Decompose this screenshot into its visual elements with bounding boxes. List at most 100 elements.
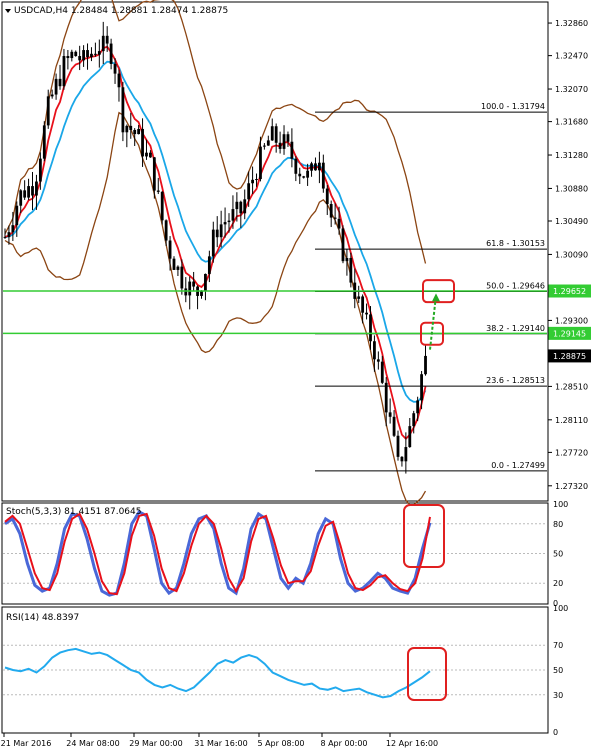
- candle-body: [392, 416, 396, 436]
- main-panel-frame: [1, 1, 549, 502]
- candle-body: [42, 125, 46, 159]
- stoch-tick-label: 20: [553, 579, 563, 588]
- candle-body: [121, 87, 125, 133]
- fib-label: 50.0 - 1.29646: [486, 282, 545, 291]
- time-tick-label: 24 Mar 08:00: [66, 739, 119, 748]
- candle-body: [337, 218, 341, 229]
- rsi-tick-label: 70: [553, 641, 563, 650]
- candle-body: [357, 296, 361, 299]
- candle-body: [365, 312, 368, 315]
- candle-body: [137, 128, 141, 135]
- candle-body: [117, 73, 121, 88]
- price-tick-label: 1.31680: [555, 118, 588, 127]
- candle-body: [333, 217, 337, 219]
- candle-body: [251, 179, 254, 184]
- time-tick-label: 8 Apr 00:00: [320, 739, 367, 748]
- bollinger-upper-line: [4, 0, 427, 264]
- candle-body: [156, 190, 160, 192]
- candle-body: [408, 426, 412, 448]
- ema-slow-line: [4, 60, 427, 403]
- candle-body: [412, 413, 416, 427]
- candle-body: [160, 191, 164, 221]
- chart-canvas: 100.0 - 1.31794 61.8 - 1.30153 50.0 - 1.29…: [1, 0, 591, 748]
- price-tick-label: 1.32860: [555, 19, 588, 28]
- candle-body: [298, 173, 302, 177]
- candle-body: [349, 258, 353, 283]
- candle-body: [15, 205, 19, 226]
- candle-body: [329, 204, 333, 218]
- candle-body: [274, 126, 278, 143]
- candle-body: [90, 53, 93, 58]
- candle-body: [314, 163, 317, 171]
- stoch-title: Stoch(5,3,3) 81.4151 87.0645: [6, 507, 141, 517]
- candle-body: [282, 134, 286, 149]
- candle-body: [278, 142, 282, 149]
- candle-body: [50, 94, 54, 97]
- price-tick-label: 1.28510: [555, 382, 588, 391]
- candle-body: [200, 291, 203, 296]
- rsi-title: RSI(14) 48.8397: [6, 613, 79, 623]
- rsi-line: [4, 647, 431, 699]
- candle-body: [101, 35, 105, 52]
- stoch-tick-label: 80: [553, 520, 563, 529]
- candle-body: [388, 412, 392, 417]
- candle-body: [23, 190, 27, 198]
- green-level-1-price-label: 1.29652: [553, 287, 586, 296]
- candle-body: [7, 232, 11, 238]
- candle-body: [149, 152, 152, 158]
- candle-body: [231, 209, 235, 221]
- chart-header: USDCAD,H4 1.28484 1.28881 1.28474 1.2887…: [14, 6, 228, 16]
- rsi-tick-label: 0: [553, 728, 558, 737]
- candle-body: [376, 359, 380, 362]
- candle-body: [321, 162, 325, 189]
- candle-body: [93, 53, 97, 55]
- candle-body: [325, 188, 329, 205]
- rsi-plot: [3, 644, 547, 701]
- candle-body: [262, 145, 266, 147]
- candle-body: [227, 220, 231, 223]
- candle-body: [125, 125, 129, 133]
- candle-body: [62, 56, 66, 87]
- fib-label: 23.6 - 1.28513: [486, 376, 545, 385]
- symbol-dropdown-icon[interactable]: [5, 9, 11, 13]
- candle-body: [404, 447, 408, 462]
- candle-body: [266, 140, 270, 146]
- green-level-2-price-label: 1.29145: [553, 329, 586, 338]
- candle-body: [369, 314, 372, 342]
- candle-body: [211, 229, 215, 257]
- candle-body: [318, 162, 321, 171]
- candle-body: [11, 225, 15, 233]
- price-tick-label: 1.30490: [555, 217, 588, 226]
- fib-label: 38.2 - 1.29140: [486, 324, 545, 333]
- candle-body: [3, 236, 7, 238]
- candle-body: [373, 341, 376, 360]
- time-tick-label: 29 Mar 00:00: [129, 739, 182, 748]
- candle-body: [172, 258, 176, 270]
- candle-body: [97, 51, 101, 55]
- candle-body: [27, 186, 30, 198]
- candle-body: [176, 266, 180, 270]
- candle-body: [302, 176, 306, 178]
- candle-body: [38, 158, 42, 182]
- candle-body: [46, 96, 50, 126]
- candle-body: [215, 229, 219, 238]
- price-tick-label: 1.28110: [555, 416, 588, 425]
- candle-body: [290, 141, 294, 159]
- candle-body: [341, 228, 345, 262]
- candle-body: [380, 361, 384, 383]
- candle-body: [361, 296, 365, 313]
- candle-body: [78, 56, 82, 61]
- candle-body: [294, 158, 298, 174]
- price-tick-label: 1.30090: [555, 250, 588, 259]
- candle-body: [416, 400, 420, 414]
- projection-arrow-head: [432, 293, 440, 302]
- rsi-tick-label: 50: [553, 666, 563, 675]
- candle-body: [223, 222, 227, 225]
- candle-body: [35, 181, 38, 196]
- time-tick-label: 5 Apr 08:00: [257, 739, 304, 748]
- candle-body: [19, 190, 23, 206]
- candle-body: [145, 152, 148, 157]
- candle-body: [255, 179, 258, 181]
- rsi-tick-label: 30: [553, 691, 563, 700]
- candle-body: [400, 456, 404, 462]
